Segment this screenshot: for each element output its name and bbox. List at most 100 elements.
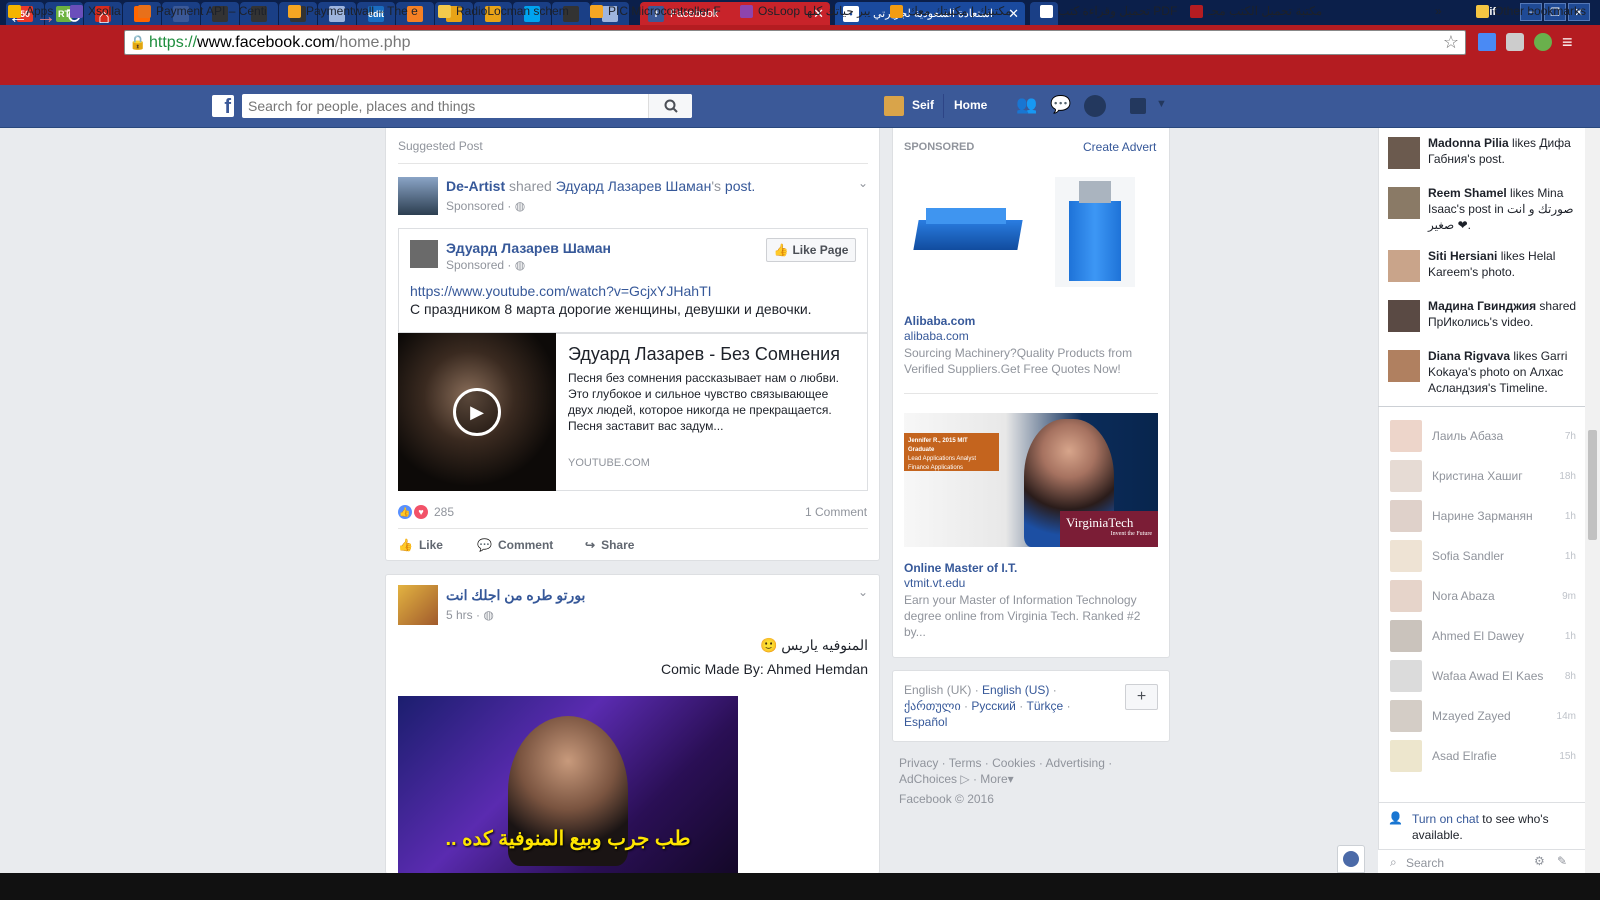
chat-contact[interactable]: Wafaa Awad El Kaes 8h <box>1390 659 1576 693</box>
avatar[interactable] <box>1388 300 1420 332</box>
ticker-story[interactable]: Мадина Гвинджия shared ПрИколись's video… <box>1428 298 1578 330</box>
chat-contact[interactable]: Нарине Зарманян 1h <box>1390 499 1576 533</box>
add-language-button[interactable]: + <box>1125 684 1158 710</box>
bookmark-item[interactable]: RadioLocman schem <box>438 4 569 18</box>
bookmarks-overflow-chevron[interactable]: » <box>1435 4 1442 18</box>
avatar[interactable] <box>410 240 438 268</box>
footer-link-adchoices[interactable]: AdChoices <box>899 772 957 786</box>
like-page-button[interactable]: 👍 Like Page <box>766 238 856 262</box>
gear-icon[interactable]: ⚙ <box>1534 854 1545 868</box>
language-link[interactable]: Русский <box>971 699 1016 713</box>
youtube-link[interactable]: https://www.youtube.com/watch?v=GcjxYJHa… <box>410 283 712 299</box>
bookmark-item[interactable]: Apps <box>8 4 53 18</box>
turn-on-chat-link[interactable]: Turn on chat <box>1412 812 1479 826</box>
ticker-story[interactable]: Reem Shamel likes Mina Isaac's post in ص… <box>1428 185 1578 233</box>
home-link[interactable]: Home <box>954 98 987 112</box>
ticker-story[interactable]: Siti Hersiani likes Helal Kareem's photo… <box>1428 248 1578 280</box>
avatar[interactable] <box>1388 350 1420 382</box>
chat-contact[interactable]: Mzayed Zayed 14m <box>1390 699 1576 733</box>
compose-icon[interactable]: ✎ <box>1557 854 1567 868</box>
create-advert-link[interactable]: Create Advert <box>1083 140 1156 154</box>
ad-domain[interactable]: alibaba.com <box>904 329 969 343</box>
language-link[interactable]: Español <box>904 715 947 729</box>
search-input[interactable] <box>242 94 692 118</box>
comment-button[interactable]: 💬 Comment <box>477 538 553 552</box>
other-bookmarks[interactable]: Other bookmarks <box>1476 4 1586 18</box>
search-button[interactable] <box>648 94 692 118</box>
avatar[interactable] <box>398 585 438 625</box>
chrome-menu-icon[interactable]: ≡ <box>1562 33 1582 51</box>
timestamp[interactable]: 5 hrs · <box>446 608 483 622</box>
language-link[interactable]: ქართული <box>904 699 961 713</box>
chat-contact[interactable]: Nora Abaza 9m <box>1390 579 1576 613</box>
footer-link-privacy[interactable]: Privacy <box>899 756 938 770</box>
bookmark-item[interactable]: Payment API – Centi <box>138 4 267 18</box>
friend-requests-icon[interactable]: 👥 <box>1016 95 1040 117</box>
ticker-name[interactable]: Diana Rigvava <box>1428 349 1510 363</box>
avatar[interactable] <box>1388 187 1420 219</box>
ad-image-dryer[interactable] <box>1055 177 1135 287</box>
profile-link[interactable]: Seif <box>912 98 934 112</box>
inner-author-link[interactable]: Эдуард Лазарев Шаман <box>446 240 611 256</box>
facebook-logo-icon[interactable]: f <box>212 95 234 117</box>
chat-contact[interactable]: Кристина Хашиг 18h <box>1390 459 1576 493</box>
bookmark-item[interactable]: Xsolla <box>70 4 121 18</box>
ad-image-machine[interactable] <box>910 200 1026 270</box>
avatar[interactable] <box>884 96 904 116</box>
ticker-name[interactable]: Siti Hersiani <box>1428 249 1497 263</box>
cube-extension-icon[interactable] <box>1506 33 1524 51</box>
notifications-globe-icon[interactable] <box>1084 95 1106 117</box>
ticker-story[interactable]: Diana Rigvava likes Garri Kokaya's photo… <box>1428 348 1578 396</box>
avatar[interactable] <box>398 177 438 215</box>
ticker-story[interactable]: Madonna Pilia likes Дифа Габния's post. <box>1428 135 1578 167</box>
ad-banner[interactable]: Jennifer R., 2015 MIT Graduate Lead Appl… <box>904 413 1158 547</box>
like-button[interactable]: 👍 Like <box>398 538 443 552</box>
bookmark-item[interactable]: PIC Microcontroller F <box>590 4 721 18</box>
avatar[interactable] <box>1388 137 1420 169</box>
footer-link-cookies[interactable]: Cookies <box>992 756 1035 770</box>
globe-icon[interactable] <box>1337 845 1365 873</box>
bookmark-item[interactable]: تحميل وقراءة كتب PDF <box>1040 4 1177 18</box>
bookmark-item[interactable]: OsLoop يبر حياتك كلها <box>740 4 871 18</box>
bookmark-item[interactable]: Paymentwall – The e <box>288 4 418 18</box>
ad-domain[interactable]: vtmit.vt.edu <box>904 576 965 590</box>
post-link[interactable]: post. <box>725 178 755 194</box>
chat-search-input[interactable]: Search <box>1406 856 1444 870</box>
account-menu-chevron-down-icon[interactable]: ▼ <box>1156 98 1167 110</box>
language-link[interactable]: English (US) <box>982 683 1049 697</box>
messages-icon[interactable]: 💬 <box>1050 95 1074 117</box>
shared-author-link[interactable]: Эдуард Лазарев Шаман <box>556 178 712 194</box>
bookmark-item[interactable]: مكتبتك | مكتبتك معك <box>890 4 1012 18</box>
reaction-count[interactable]: 285 <box>434 505 454 519</box>
chat-contact[interactable]: Ahmed El Dawey 1h <box>1390 619 1576 653</box>
video-title[interactable]: Эдуард Лазарев - Без Сомнения <box>568 344 858 365</box>
privacy-shortcuts-icon[interactable] <box>1130 98 1146 114</box>
footer-link-more[interactable]: More <box>980 772 1007 786</box>
chat-contact[interactable]: Лаиль Абаза 7h <box>1390 419 1576 453</box>
ticker-name[interactable]: Madonna Pilia <box>1428 136 1509 150</box>
share-button[interactable]: ↪ Share <box>585 538 634 552</box>
post-options-chevron-down-icon[interactable]: ⌄ <box>858 585 868 599</box>
ad-title[interactable]: Online Master of I.T. <box>904 561 1017 575</box>
footer-link-advertising[interactable]: Advertising <box>1046 756 1105 770</box>
translate-extension-icon[interactable] <box>1478 33 1496 51</box>
language-link[interactable]: Türkçe <box>1027 699 1064 713</box>
ad-title[interactable]: Alibaba.com <box>904 314 975 328</box>
bookmark-item[interactable]: مكتبة تحميل الكتب مجـ <box>1190 4 1322 18</box>
post-photo[interactable]: طب جرب وبيع المنوفية كده .. <box>398 696 738 873</box>
chat-contact[interactable]: Sofia Sandler 1h <box>1390 539 1576 573</box>
avatar[interactable] <box>1388 250 1420 282</box>
scrollbar-thumb[interactable] <box>1588 430 1597 540</box>
comment-count[interactable]: 1 Comment <box>805 505 867 519</box>
ticker-name[interactable]: Мадина Гвинджия <box>1428 299 1536 313</box>
play-icon[interactable]: ▶ <box>453 388 501 436</box>
address-bar[interactable]: 🔒 https:// www.facebook.com /home.php ☆ <box>124 30 1466 55</box>
ticker-name[interactable]: Reem Shamel <box>1428 186 1507 200</box>
bookmark-star-icon[interactable]: ☆ <box>1443 32 1459 53</box>
author-link[interactable]: De-Artist <box>446 178 505 194</box>
author-link[interactable]: بورتو طره من اجلك انت <box>446 587 585 604</box>
post-options-chevron-down-icon[interactable]: ⌄ <box>858 176 868 190</box>
globe-extension-icon[interactable] <box>1534 33 1552 51</box>
chat-contact[interactable]: Asad Elrafie 15h <box>1390 739 1576 773</box>
video-thumbnail[interactable]: ▶ <box>398 333 556 491</box>
